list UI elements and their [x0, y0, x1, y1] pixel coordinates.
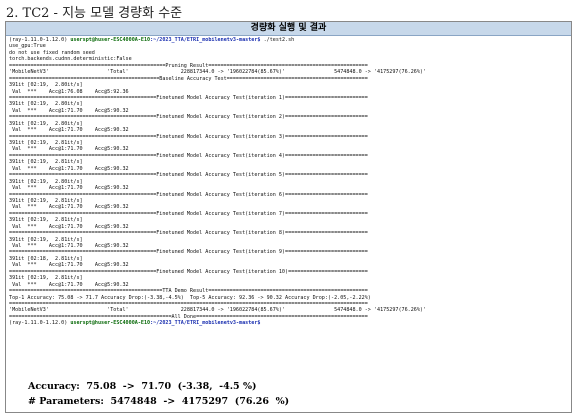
prompt-line-end: (ray-1.11.0-1.12.0) userspt@huser-ESC400… — [9, 320, 568, 326]
prompt-host: userspt@huser-ESC4000A-E10 — [70, 37, 151, 43]
log-lines: use_gpu:True do not use fixed random seed… — [9, 43, 568, 320]
parameters-summary: # Parameters: 5474848 -> 4175297 (76.26 … — [28, 396, 290, 407]
terminal-output[interactable]: (ray-1.11.0-1.12.0) userspt@huser-ESC400… — [6, 36, 571, 379]
accuracy-summary: Accuracy: 75.08 -> 71.70 (-3.38, -4.5 %) — [28, 381, 257, 392]
prompt-path: :~/2023_TTA/ETRI_mobilenetv3-master$ — [150, 320, 261, 327]
panel-title: 경량화 실행 및 결과 — [6, 22, 571, 36]
prompt-host: userspt@huser-ESC4000A-E10 — [70, 320, 151, 327]
prompt-path: :~/2023_TTA/ETRI_mobilenetv3-master$ — [150, 37, 261, 43]
section-heading: 2. TC2 - 지능 모델 경량화 수준 — [6, 6, 183, 21]
result-panel: 경량화 실행 및 결과 (ray-1.11.0-1.12.0) userspt@… — [5, 21, 572, 413]
prompt-env: (ray-1.11.0-1.12.0) — [9, 37, 68, 43]
prompt-env: (ray-1.11.0-1.12.0) — [9, 320, 68, 327]
prompt-command: ./test2.sh — [260, 37, 295, 43]
